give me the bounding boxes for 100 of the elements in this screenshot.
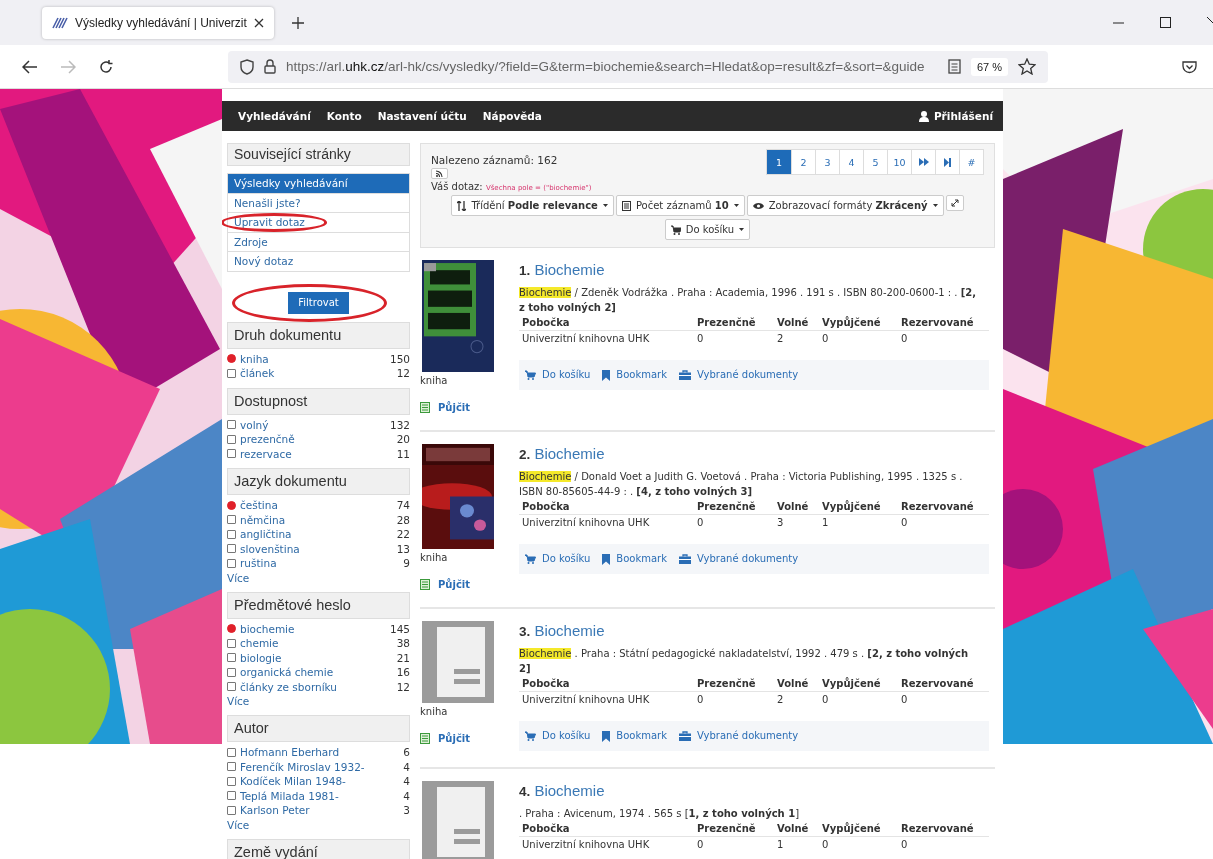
filter-option[interactable]: články ze sborníku: [240, 679, 397, 694]
rss-button[interactable]: [431, 168, 448, 179]
nav-link[interactable]: Vyhledávání: [238, 110, 311, 122]
page-link[interactable]: 4: [839, 150, 863, 174]
pocket-icon[interactable]: [1182, 59, 1197, 74]
filter-checkbox[interactable]: [227, 762, 236, 772]
borrow-link[interactable]: Půjčit: [420, 401, 470, 414]
filter-checkbox[interactable]: [227, 776, 236, 786]
filter-checkbox[interactable]: [227, 500, 236, 510]
page-link[interactable]: #: [959, 150, 983, 174]
add-to-cart-link[interactable]: Do košíku: [525, 729, 591, 743]
page-size-dropdown[interactable]: Počet záznamů 10: [615, 195, 745, 216]
more-link[interactable]: Více: [227, 570, 410, 585]
filter-checkbox[interactable]: [227, 420, 236, 430]
table-cell-text: 0: [900, 332, 909, 346]
filter-option[interactable]: ruština: [240, 556, 404, 571]
sidebar-link[interactable]: Nenašli jste?: [228, 193, 409, 212]
sort-dropdown[interactable]: Třídění Podle relevance: [451, 195, 614, 216]
filter-checkbox[interactable]: [227, 624, 236, 634]
filter-option[interactable]: organická chemie: [240, 665, 397, 680]
close-icon[interactable]: [253, 17, 264, 28]
selected-documents-link[interactable]: Vybrané dokumenty: [679, 552, 799, 566]
filter-checkbox[interactable]: [227, 354, 236, 364]
filter-checkbox[interactable]: [227, 515, 236, 525]
filter-checkbox[interactable]: [227, 529, 236, 539]
star-icon[interactable]: [1018, 58, 1036, 75]
filter-option[interactable]: biochemie: [240, 621, 390, 636]
format-dropdown[interactable]: Zobrazovací formáty Zkrácený: [746, 195, 944, 216]
filter-checkbox[interactable]: [227, 653, 236, 663]
more-link[interactable]: Více: [227, 694, 410, 708]
result-title-link[interactable]: Biochemie: [534, 261, 605, 278]
filter-checkbox[interactable]: [227, 747, 236, 757]
filter-option[interactable]: slovenština: [240, 541, 397, 556]
more-link[interactable]: Více: [227, 817, 410, 832]
last-page-button[interactable]: [935, 150, 959, 174]
filter-option[interactable]: prezenčně: [240, 432, 397, 447]
page-link[interactable]: 10: [887, 150, 911, 174]
filter-option[interactable]: Ferenčík Miroslav 1932-: [240, 759, 404, 774]
filter-option[interactable]: volný: [240, 417, 390, 432]
result-title-link[interactable]: Biochemie: [534, 622, 605, 639]
borrow-link[interactable]: Půjčit: [420, 732, 470, 745]
lock-icon[interactable]: [264, 59, 276, 74]
filter-checkbox[interactable]: [227, 805, 236, 815]
new-tab-icon[interactable]: [291, 16, 304, 29]
filter-checkbox[interactable]: [227, 368, 236, 378]
bookmark-link[interactable]: Bookmark: [602, 368, 668, 382]
expand-button[interactable]: [945, 195, 964, 211]
add-to-cart-link[interactable]: Do košíku: [525, 368, 591, 382]
filter-option[interactable]: čeština: [240, 498, 397, 513]
sidebar-link[interactable]: Zdroje: [228, 232, 409, 251]
filter-checkbox[interactable]: [227, 791, 236, 801]
zoom-level[interactable]: 67 %: [970, 57, 1008, 76]
filter-option[interactable]: Karlson Peter: [240, 803, 404, 818]
sidebar-link[interactable]: Výsledky vyhledávání: [228, 174, 409, 193]
bookmark-link[interactable]: Bookmark: [602, 552, 668, 566]
reader-view-icon[interactable]: [947, 59, 961, 74]
table-cell-text: 0: [821, 332, 830, 346]
filter-checkbox[interactable]: [227, 544, 236, 554]
filter-option[interactable]: Kodíček Milan 1948-: [240, 774, 404, 789]
filter-option[interactable]: chemie: [240, 636, 397, 651]
login-link[interactable]: Přihlášení: [918, 110, 993, 122]
filter-option[interactable]: Teplá Milada 1981-: [240, 788, 404, 803]
nav-link[interactable]: Konto: [326, 110, 362, 122]
reload-icon[interactable]: [98, 58, 114, 75]
next-pages-button[interactable]: [911, 150, 935, 174]
filter-option[interactable]: kniha: [240, 351, 390, 366]
page-link[interactable]: 5: [863, 150, 887, 174]
nav-link[interactable]: Nápověda: [482, 110, 542, 122]
filter-option[interactable]: Hofmann Eberhard: [240, 745, 404, 760]
browser-tab[interactable]: Výsledky vyhledávání | Univerzit: [42, 6, 274, 39]
filter-checkbox[interactable]: [227, 449, 236, 459]
result-title-link[interactable]: Biochemie: [534, 782, 605, 799]
back-icon[interactable]: [22, 59, 38, 74]
page-link[interactable]: 1: [767, 150, 791, 174]
filter-option[interactable]: biologie: [240, 650, 397, 665]
page-link[interactable]: 3: [815, 150, 839, 174]
filter-button[interactable]: Filtrovat: [288, 291, 349, 314]
maximize-icon[interactable]: [1160, 17, 1171, 28]
filter-option[interactable]: němčina: [240, 512, 397, 527]
filter-checkbox[interactable]: [227, 682, 236, 692]
sidebar-link[interactable]: Upravit dotaz: [228, 213, 409, 232]
add-to-cart-link[interactable]: Do košíku: [525, 552, 591, 566]
page-link[interactable]: 2: [791, 150, 815, 174]
filter-option[interactable]: článek: [240, 366, 397, 381]
filter-option[interactable]: angličtina: [240, 527, 397, 542]
selected-documents-link[interactable]: Vybrané dokumenty: [679, 368, 799, 382]
selected-documents-link[interactable]: Vybrané dokumenty: [679, 729, 799, 743]
sidebar-link[interactable]: Nový dotaz: [228, 252, 409, 271]
address-bar[interactable]: https://arl.uhk.cz/arl-hk/cs/vysledky/?field=G&term=biochemie&search=Hledat&op=result&zf=&sort=&guide 67 %: [228, 50, 1048, 83]
nav-link[interactable]: Nastavení účtu: [377, 110, 467, 122]
filter-checkbox[interactable]: [227, 434, 236, 444]
result-title-link[interactable]: Biochemie: [534, 445, 605, 462]
filter-option[interactable]: rezervace: [240, 446, 397, 461]
bookmark-link[interactable]: Bookmark: [602, 729, 668, 743]
filter-checkbox[interactable]: [227, 558, 236, 568]
borrow-link[interactable]: Půjčit: [420, 578, 470, 591]
cart-dropdown[interactable]: Do košíku: [664, 219, 751, 240]
filter-checkbox[interactable]: [227, 667, 236, 677]
filter-checkbox[interactable]: [227, 638, 236, 648]
shield-icon[interactable]: [240, 58, 254, 75]
